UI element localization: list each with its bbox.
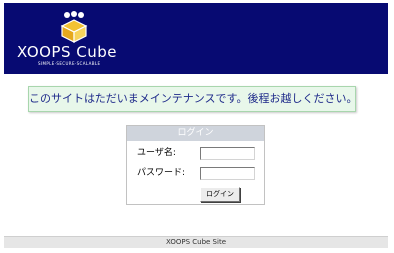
logo-tagline: SIMPLE·SECURE·SCALABLE: [38, 61, 101, 66]
maintenance-page: XOOPS Cube SIMPLE·SECURE·SCALABLE このサイトは…: [0, 0, 394, 253]
site-header-banner: XOOPS Cube SIMPLE·SECURE·SCALABLE: [4, 3, 388, 74]
cube-logo-icon: [60, 11, 88, 43]
username-label: ユーザ名:: [137, 148, 176, 158]
password-label: パスワード:: [137, 168, 186, 178]
logo-text: XOOPS Cube: [17, 43, 117, 61]
username-input[interactable]: [200, 147, 255, 160]
site-footer: XOOPS Cube Site: [4, 236, 388, 248]
login-box: ログイン ユーザ名: パスワード: ログイン: [126, 125, 265, 205]
login-box-title: ログイン: [127, 126, 264, 141]
password-input[interactable]: [200, 167, 255, 180]
maintenance-notice: このサイトはただいまメインテナンスです。後程お越しください。: [28, 86, 357, 112]
login-button[interactable]: ログイン: [200, 187, 240, 202]
